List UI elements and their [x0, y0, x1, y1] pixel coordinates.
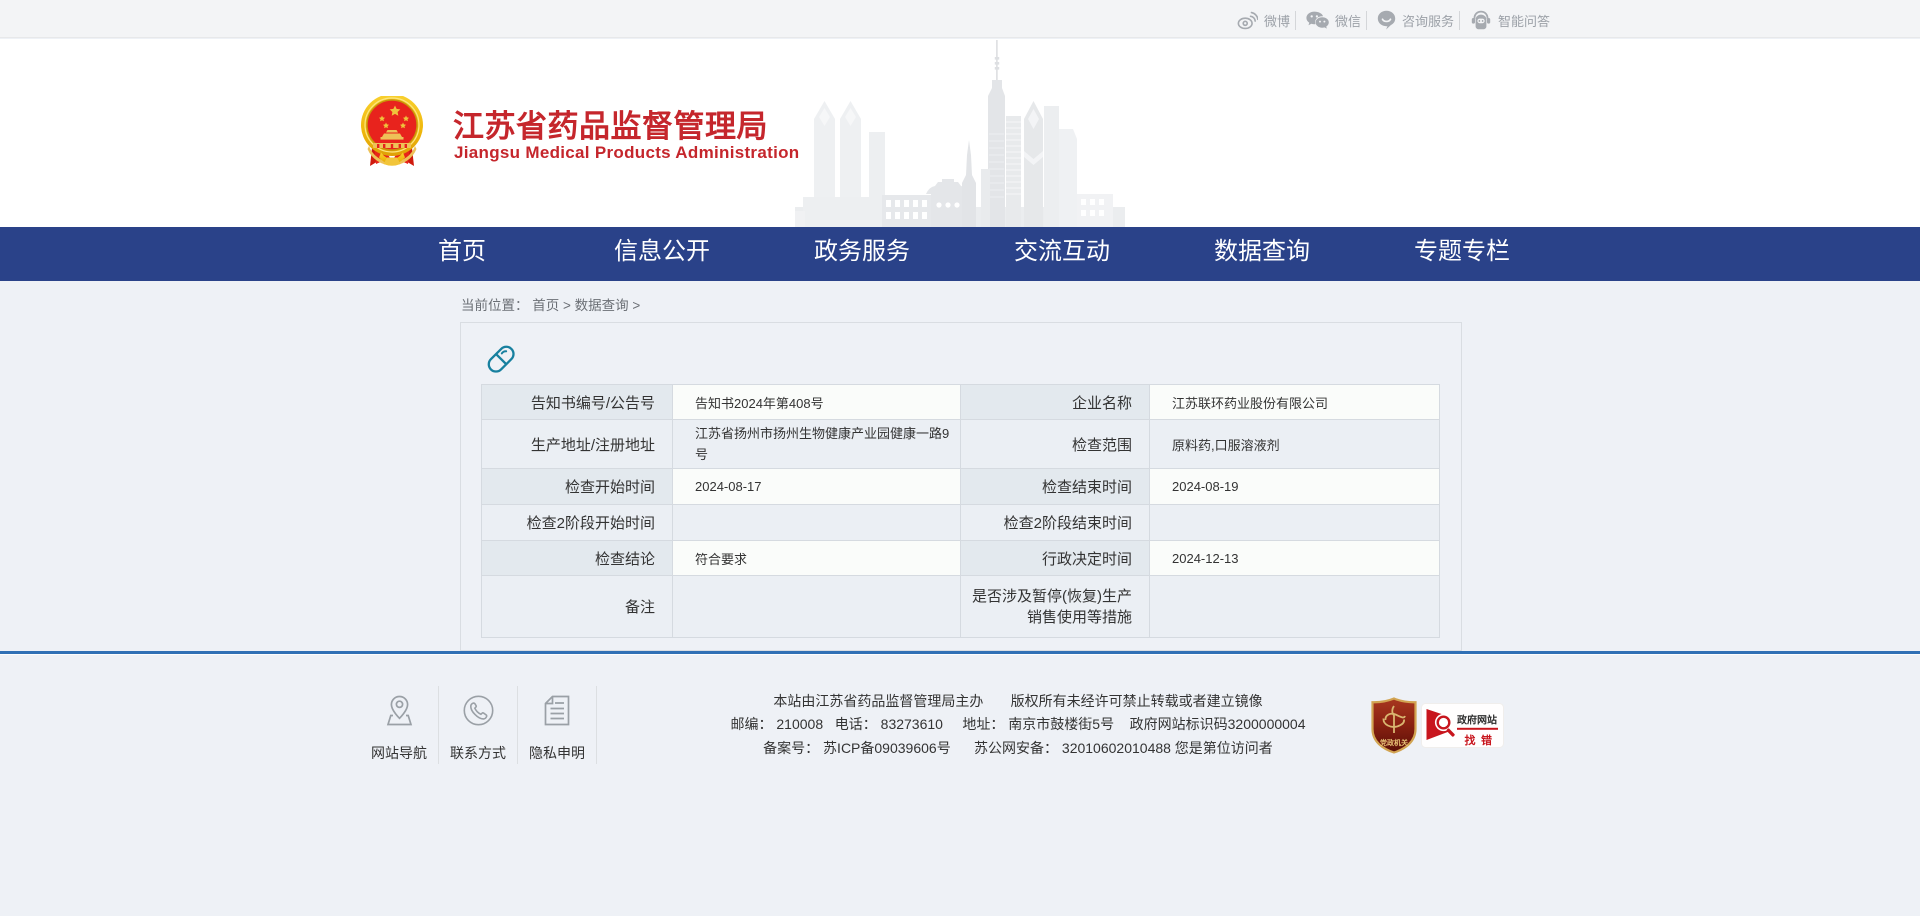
- svg-text:找错: 找错: [1465, 733, 1498, 747]
- svg-text:党政机关: 党政机关: [1380, 738, 1408, 747]
- svg-text:政府网站: 政府网站: [1457, 714, 1497, 727]
